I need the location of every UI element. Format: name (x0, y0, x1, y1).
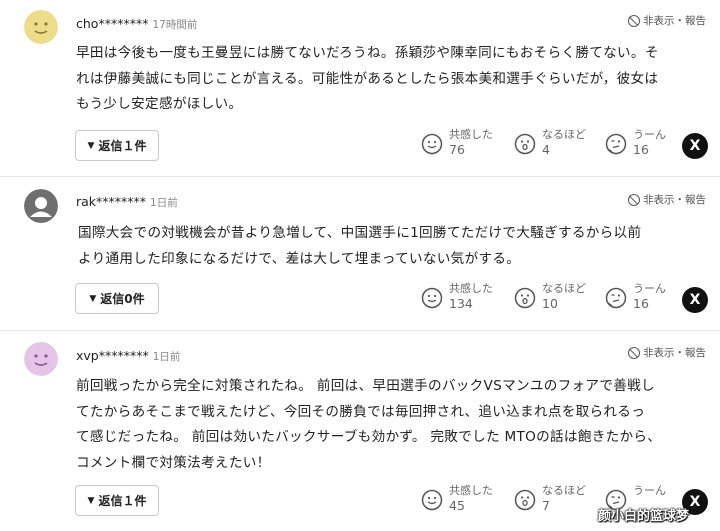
timestamp: 1日前 (150, 197, 178, 209)
reaction-empathy[interactable]: 共感した 134 (421, 282, 493, 312)
comment-3: xvp******** 1日前 非表示・報告 前回戦ったから完全に対策されたね。 … (0, 331, 720, 531)
surprised-face-icon (514, 489, 536, 511)
surprised-face-icon (514, 133, 536, 155)
username[interactable]: xvp******** (76, 348, 149, 363)
empathy-count: 45 (449, 498, 465, 513)
caret-down-icon: ▼ (87, 140, 95, 151)
avatar[interactable] (24, 189, 58, 223)
username[interactable]: cho******** (76, 16, 148, 31)
hmm-count: 16 (633, 142, 649, 157)
hmm-count: 16 (633, 296, 649, 311)
ban-icon (628, 14, 640, 27)
comment-meta: rak******** 1日前 (76, 194, 178, 210)
empathy-count: 76 (449, 142, 465, 157)
username[interactable]: rak******** (76, 194, 146, 209)
comment-meta: cho******** 17時間前 (76, 16, 197, 32)
reaction-hmm[interactable]: うーん 16 (605, 282, 666, 312)
reaction-indeed[interactable]: なるほど 10 (514, 282, 586, 312)
indeed-count: 10 (542, 296, 558, 311)
avatar[interactable] (24, 10, 58, 44)
thinking-face-icon (605, 287, 627, 309)
comment-body: 国際大会での対戦機会が昔より急増して、中国選手に1回勝てただけで大騒ぎするから以… (78, 225, 642, 267)
smile-face-icon (421, 489, 443, 511)
x-share-button[interactable]: X (682, 133, 708, 159)
comment-body: 早田は今後も一度も王曼昱には勝てないだろうね。孫穎莎や陳幸同にもおそらく勝てない… (76, 45, 659, 112)
surprised-face-icon (514, 287, 536, 309)
reply-toggle-button[interactable]: ▼ 返信0件 (75, 283, 159, 314)
watermark-text: 颜小白的篮球梦 (598, 509, 690, 524)
comment-meta: xvp******** 1日前 (76, 348, 180, 364)
hide-report-link[interactable]: 非表示・報告 (628, 13, 706, 28)
reaction-indeed[interactable]: なるほど 4 (514, 128, 586, 158)
indeed-count: 4 (542, 142, 550, 157)
empathy-count: 134 (449, 296, 473, 311)
timestamp: 1日前 (152, 351, 181, 363)
smile-face-icon (421, 287, 443, 309)
comment-body: 前回戦ったから完全に対策されたね。 前回は、早田選手のバックVSマンユのフォアで… (76, 378, 662, 471)
comment-1: cho******** 17時間前 非表示・報告 早田は今後も一度も王曼昱には勝て… (0, 0, 720, 176)
reaction-hmm[interactable]: うーん 16 (605, 128, 666, 158)
x-share-button[interactable]: X (682, 287, 708, 313)
ban-icon (628, 346, 640, 359)
ban-icon (628, 193, 640, 206)
avatar[interactable] (24, 342, 58, 376)
reply-toggle-button[interactable]: ▼ 返信１件 (75, 130, 159, 161)
reaction-empathy[interactable]: 共感した 76 (421, 128, 493, 158)
reaction-empathy[interactable]: 共感した 45 (421, 484, 493, 514)
caret-down-icon: ▼ (87, 495, 95, 506)
reaction-indeed[interactable]: なるほど 7 (514, 484, 586, 514)
smile-face-icon (421, 133, 443, 155)
comment-2: rak******** 1日前 非表示・報告 国際大会での対戦機会が昔より急増して… (0, 177, 720, 329)
timestamp: 17時間前 (152, 19, 198, 31)
indeed-count: 7 (542, 498, 550, 513)
hide-report-link[interactable]: 非表示・報告 (628, 192, 706, 207)
caret-down-icon: ▼ (89, 293, 97, 304)
reply-toggle-button[interactable]: ▼ 返信１件 (75, 485, 159, 516)
hide-report-link[interactable]: 非表示・報告 (628, 345, 706, 360)
thinking-face-icon (605, 133, 627, 155)
